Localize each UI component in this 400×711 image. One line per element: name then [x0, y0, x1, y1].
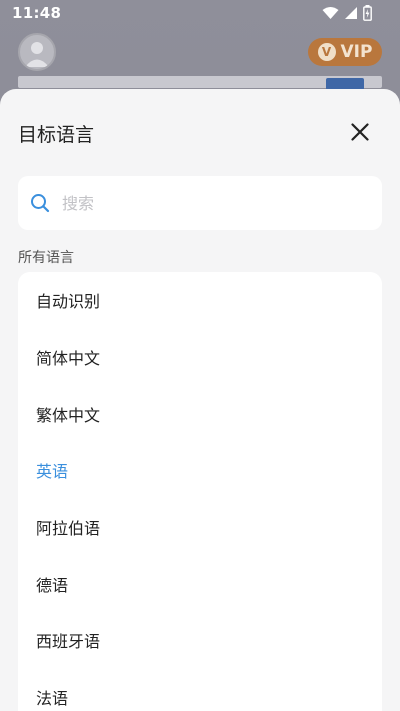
signal-icon — [345, 7, 357, 19]
section-label: 所有语言 — [18, 250, 74, 266]
vip-badge-glyph: V — [321, 45, 332, 59]
language-list: 自动识别 简体中文 繁体中文 英语 阿拉伯语 德语 西班牙语 法语 — [18, 272, 382, 711]
vip-label: VIP — [340, 42, 373, 62]
status-bar: 11:48 — [0, 0, 400, 28]
vip-button[interactable]: V VIP — [308, 38, 382, 66]
target-language-sheet: 目标语言 所有语言 自动识别 简体中文 繁体中文 英语 阿拉伯语 德语 西班牙语… — [0, 89, 400, 711]
language-item-simplified-chinese[interactable]: 简体中文 — [18, 329, 382, 386]
vip-badge-icon: V — [317, 43, 336, 61]
user-icon — [25, 42, 49, 67]
status-icons — [322, 5, 372, 21]
avatar[interactable] — [18, 33, 56, 71]
wifi-icon — [322, 7, 339, 19]
language-item-auto-detect[interactable]: 自动识别 — [18, 272, 382, 329]
close-button[interactable] — [348, 120, 372, 144]
language-item-spanish[interactable]: 西班牙语 — [18, 612, 382, 669]
language-item-arabic[interactable]: 阿拉伯语 — [18, 499, 382, 556]
battery-icon — [363, 5, 372, 21]
sheet-title: 目标语言 — [18, 124, 95, 146]
language-item-english[interactable]: 英语 — [18, 442, 382, 499]
search-field[interactable] — [18, 176, 382, 230]
language-item-traditional-chinese[interactable]: 繁体中文 — [18, 385, 382, 442]
language-item-french[interactable]: 法语 — [18, 669, 382, 711]
close-icon — [351, 123, 369, 141]
status-time: 11:48 — [12, 4, 62, 22]
search-input[interactable] — [62, 193, 342, 213]
search-icon — [31, 194, 50, 213]
language-item-german[interactable]: 德语 — [18, 555, 382, 612]
